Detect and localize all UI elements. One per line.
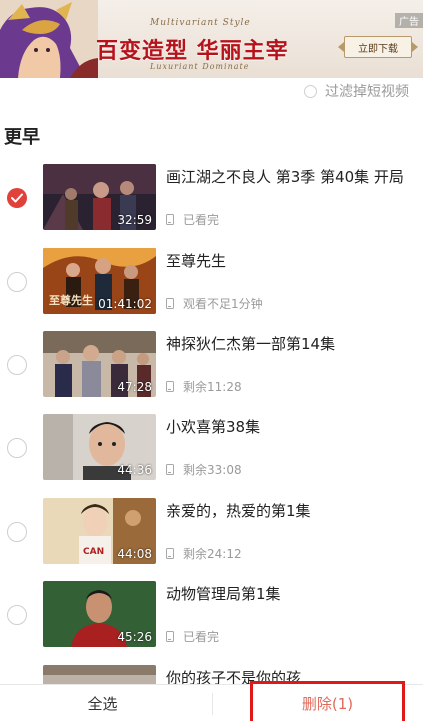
ad-download-button[interactable]: 立即下载 bbox=[338, 36, 418, 58]
phone-icon bbox=[166, 381, 174, 392]
video-thumbnail[interactable]: CAN 44:08 bbox=[43, 498, 156, 564]
ad-subtitle-top: Multivariant Style bbox=[150, 18, 251, 28]
video-duration: 32:59 bbox=[117, 213, 152, 227]
history-item[interactable]: 44:36 小欢喜第38集 剩余33:08 bbox=[0, 414, 423, 484]
watch-status-text: 已看完 bbox=[183, 630, 220, 644]
bar-divider bbox=[212, 693, 213, 715]
video-duration: 01:41:02 bbox=[98, 297, 152, 311]
select-all-button[interactable]: 全选 bbox=[0, 685, 205, 721]
game-character-art bbox=[0, 0, 98, 78]
ad-label-badge: 广告 bbox=[395, 13, 423, 28]
video-title[interactable]: 画江湖之不良人 第3季 第40集 开局 bbox=[166, 166, 404, 187]
video-thumbnail[interactable]: 32:59 bbox=[43, 164, 156, 230]
history-item[interactable]: 45:26 动物管理局第1集 已看完 bbox=[0, 581, 423, 651]
history-item[interactable]: 32:59 画江湖之不良人 第3季 第40集 开局 已看完 bbox=[0, 164, 423, 234]
video-title[interactable]: 动物管理局第1集 bbox=[166, 583, 281, 604]
watch-status-text: 剩余24:12 bbox=[183, 547, 242, 561]
item-checkbox[interactable] bbox=[7, 272, 27, 292]
bottom-action-bar: 全选 删除(1) bbox=[0, 681, 423, 721]
watch-status: 剩余33:08 bbox=[166, 461, 242, 478]
video-duration: 44:36 bbox=[117, 463, 152, 477]
watch-status: 已看完 bbox=[166, 211, 219, 228]
delete-button[interactable]: 删除(1) bbox=[250, 681, 405, 721]
filter-short-videos-toggle[interactable]: 过滤掉短视频 bbox=[304, 82, 409, 100]
video-title[interactable]: 至尊先生 bbox=[166, 250, 226, 271]
video-thumbnail[interactable]: 47:28 bbox=[43, 331, 156, 397]
phone-icon bbox=[166, 631, 174, 642]
history-item[interactable]: CAN 44:08 亲爱的，热爱的第1集 剩余24:12 bbox=[0, 498, 423, 568]
video-thumbnail[interactable]: 44:36 bbox=[43, 414, 156, 480]
phone-icon bbox=[166, 464, 174, 475]
video-thumbnail[interactable]: 45:26 bbox=[43, 581, 156, 647]
video-duration: 45:26 bbox=[117, 630, 152, 644]
video-duration: 44:08 bbox=[117, 547, 152, 561]
item-checkbox[interactable] bbox=[7, 605, 27, 625]
watch-status-text: 剩余11:28 bbox=[183, 380, 242, 394]
video-title[interactable]: 小欢喜第38集 bbox=[166, 416, 260, 437]
item-checkbox[interactable] bbox=[7, 355, 27, 375]
arrow-right-icon bbox=[412, 42, 418, 52]
watch-status-text: 已看完 bbox=[183, 213, 220, 227]
phone-icon bbox=[166, 548, 174, 559]
phone-icon bbox=[166, 214, 174, 225]
ad-download-label: 立即下载 bbox=[358, 43, 398, 55]
history-screen: Multivariant Style 百变造型 华丽主宰 Luxuriant D… bbox=[0, 0, 423, 721]
video-duration: 47:28 bbox=[117, 380, 152, 394]
svg-text:至尊先生: 至尊先生 bbox=[49, 293, 93, 307]
svg-text:CAN: CAN bbox=[83, 547, 104, 557]
history-item[interactable]: 至尊先生 01:41:02 至尊先生 观看不足1分钟 bbox=[0, 248, 423, 318]
watch-status: 已看完 bbox=[166, 628, 219, 645]
ad-banner[interactable]: Multivariant Style 百变造型 华丽主宰 Luxuriant D… bbox=[0, 0, 423, 78]
section-title-earlier: 更早 bbox=[4, 127, 40, 148]
watch-status-text: 剩余33:08 bbox=[183, 463, 242, 477]
arrow-left-icon bbox=[338, 42, 344, 52]
phone-icon bbox=[166, 298, 174, 309]
ad-title: 百变造型 华丽主宰 bbox=[96, 38, 289, 64]
watch-status: 观看不足1分钟 bbox=[166, 295, 263, 312]
watch-status: 剩余24:12 bbox=[166, 545, 242, 562]
video-title[interactable]: 亲爱的，热爱的第1集 bbox=[166, 500, 311, 521]
item-checkbox[interactable] bbox=[7, 438, 27, 458]
watch-status: 剩余11:28 bbox=[166, 378, 242, 395]
video-thumbnail[interactable]: 至尊先生 01:41:02 bbox=[43, 248, 156, 314]
item-checkbox[interactable] bbox=[7, 188, 27, 208]
ad-subtitle-bottom: Luxuriant Dominate bbox=[150, 62, 250, 71]
video-title[interactable]: 神探狄仁杰第一部第14集 bbox=[166, 333, 335, 354]
checkmark-icon bbox=[11, 193, 23, 203]
filter-label: 过滤掉短视频 bbox=[325, 84, 409, 100]
item-checkbox[interactable] bbox=[7, 522, 27, 542]
watch-status-text: 观看不足1分钟 bbox=[183, 297, 263, 311]
filter-radio-icon[interactable] bbox=[304, 84, 317, 98]
history-item[interactable]: 47:28 神探狄仁杰第一部第14集 剩余11:28 bbox=[0, 331, 423, 401]
